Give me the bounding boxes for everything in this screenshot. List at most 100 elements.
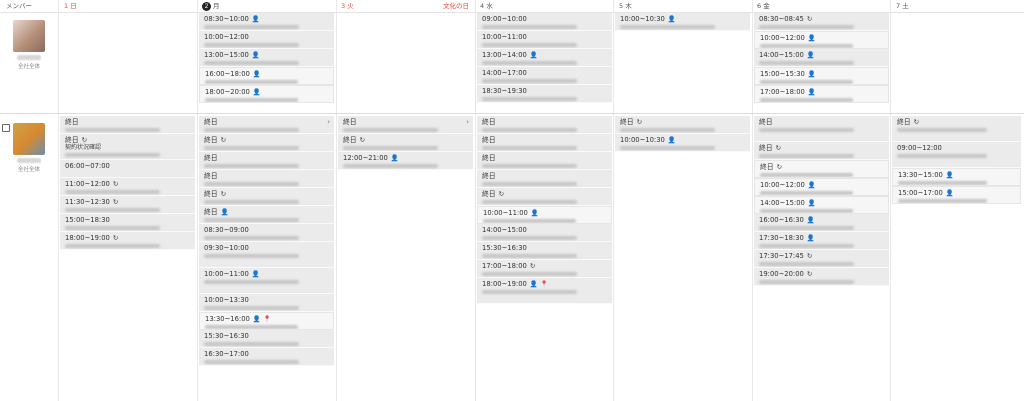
event-time-text: 終日: [482, 118, 496, 126]
event-item[interactable]: 終日 ↻: [754, 160, 889, 178]
repeat-icon: ↻: [112, 198, 119, 206]
day-header-sat[interactable]: 7 土: [896, 0, 1022, 12]
day-header-tue[interactable]: 3 火 文化の日: [341, 0, 473, 12]
member-role: 全社全体: [17, 64, 40, 70]
event-item[interactable]: 終日: [199, 152, 334, 170]
event-item[interactable]: 14:00~15:00 👤: [754, 196, 889, 214]
event-title-blurred: [204, 200, 299, 204]
event-item[interactable]: 10:00~12:00 👤: [754, 31, 889, 49]
event-item[interactable]: 10:00~13:30: [199, 294, 334, 312]
event-item[interactable]: 終日 ↻: [338, 134, 473, 152]
event-time-text: 16:00~18:00: [205, 70, 250, 78]
event-item[interactable]: 終日: [60, 116, 195, 134]
event-item[interactable]: 06:00~07:00: [60, 160, 195, 178]
day-header-mon[interactable]: 2月: [202, 0, 334, 12]
event-item[interactable]: 14:00~15:00: [477, 224, 612, 242]
event-time-text: 10:00~12:00: [760, 181, 805, 189]
person-icon: 👤: [945, 189, 954, 197]
event-item[interactable]: 13:00~14:00 👤: [477, 49, 612, 67]
event-item[interactable]: 10:00~11:00 👤: [477, 206, 612, 224]
event-item[interactable]: 18:00~20:00 👤: [199, 85, 334, 103]
event-item[interactable]: 18:00~19:00 ↻: [60, 232, 195, 250]
event-item[interactable]: 10:00~12:00 👤: [754, 178, 889, 196]
event-item[interactable]: 13:30~16:00 👤 📍: [199, 312, 334, 330]
event-item[interactable]: 終日 ↻: [199, 134, 334, 152]
event-item[interactable]: 終日 ↻: [199, 188, 334, 206]
event-item[interactable]: 18:00~19:00 👤 📍: [477, 278, 612, 304]
event-item[interactable]: 19:00~20:00 ↻: [754, 268, 889, 286]
day-header-fri[interactable]: 6 金: [757, 0, 889, 12]
event-item[interactable]: 終日 ↻ 契約状況確認: [60, 134, 195, 160]
event-item[interactable]: 14:00~17:00: [477, 67, 612, 85]
event-item[interactable]: 終日: [477, 116, 612, 134]
event-item[interactable]: 16:00~18:00 👤: [199, 67, 334, 85]
event-item[interactable]: 08:30~09:00: [199, 224, 334, 242]
event-item[interactable]: 終日 ↻: [892, 116, 1021, 142]
day-cell-r1-wed[interactable]: 09:00~10:00 10:00~11:00 13:00~14:00 👤 14:00~…: [477, 13, 612, 103]
event-time-text: 終日: [204, 208, 218, 216]
event-item[interactable]: 15:00~18:30: [60, 214, 195, 232]
member-row-2[interactable]: 全社全体: [0, 123, 58, 173]
event-title-blurred: [760, 44, 853, 48]
event-item[interactable]: 15:30~16:30: [477, 242, 612, 260]
event-item[interactable]: 17:00~18:00 ↻: [477, 260, 612, 278]
event-item[interactable]: 終日: [477, 170, 612, 188]
event-item[interactable]: 13:00~15:00 👤: [199, 49, 334, 67]
event-item[interactable]: 09:30~10:00: [199, 242, 334, 268]
event-item[interactable]: 15:30~16:30: [199, 330, 334, 348]
day-header-wed[interactable]: 4 水: [480, 0, 612, 12]
day-cell-r2-thu[interactable]: 終日 ↻ 10:00~10:30 👤: [615, 116, 750, 152]
event-item[interactable]: 18:30~19:30: [477, 85, 612, 103]
avatar[interactable]: [13, 123, 45, 155]
event-item[interactable]: 12:00~21:00 👤: [338, 152, 473, 170]
avatar[interactable]: [13, 20, 45, 52]
day-cell-r2-sun[interactable]: 終日 終日 ↻ 契約状況確認 06:00~07:00 11:00~12:00 ↻ 11:30~…: [60, 116, 195, 250]
event-item[interactable]: 09:00~10:00: [477, 13, 612, 31]
day-header-sun[interactable]: 1 日: [64, 0, 196, 12]
event-item[interactable]: 17:30~17:45 ↻: [754, 250, 889, 268]
day-cell-r1-fri[interactable]: 08:30~08:45 ↻ 10:00~12:00 👤 14:00~15:00 👤 15:0…: [754, 13, 889, 103]
member-row-1[interactable]: 全社全体: [0, 20, 58, 70]
event-item[interactable]: 11:30~12:30 ↻: [60, 196, 195, 214]
chevron-right-icon[interactable]: ›: [466, 118, 469, 126]
event-title-blurred: [482, 182, 577, 186]
day-cell-r2-fri[interactable]: 終日 終日 ↻ 終日 ↻ 10:00~12:00 👤 14:00~15:00 👤 16:00~16…: [754, 116, 889, 286]
event-item[interactable]: 09:00~12:00: [892, 142, 1021, 168]
day-cell-r2-tue[interactable]: 終日 › 終日 ↻ 12:00~21:00 👤: [338, 116, 473, 170]
day-header-thu[interactable]: 5 木: [619, 0, 751, 12]
event-item[interactable]: 16:30~17:00: [199, 348, 334, 366]
event-item[interactable]: 08:30~08:45 ↻: [754, 13, 889, 31]
event-item[interactable]: 終日 ›: [338, 116, 473, 134]
event-item[interactable]: 16:00~16:30 👤: [754, 214, 889, 232]
event-item[interactable]: 17:30~18:30 👤: [754, 232, 889, 250]
event-item[interactable]: 13:30~15:00 👤: [892, 168, 1021, 186]
day-cell-r2-sat[interactable]: 終日 ↻ 09:00~12:00 13:30~15:00 👤 15:00~17:00 👤: [892, 116, 1021, 204]
event-item[interactable]: 終日: [477, 152, 612, 170]
event-item[interactable]: 11:00~12:00 ↻: [60, 178, 195, 196]
event-item[interactable]: 終日: [477, 134, 612, 152]
event-item[interactable]: 15:00~17:00 👤: [892, 186, 1021, 204]
event-item[interactable]: 10:00~12:00: [199, 31, 334, 49]
event-time-text: 12:00~21:00: [343, 154, 388, 162]
event-item[interactable]: 終日 ›: [199, 116, 334, 134]
event-item[interactable]: 10:00~10:30 👤: [615, 134, 750, 152]
event-item[interactable]: 10:00~11:00 👤: [199, 268, 334, 294]
event-item[interactable]: 終日 ↻: [477, 188, 612, 206]
event-item[interactable]: 10:00~10:30 👤: [615, 13, 750, 31]
event-item[interactable]: 14:00~15:00 👤: [754, 49, 889, 67]
chevron-right-icon[interactable]: ›: [327, 118, 330, 126]
event-item[interactable]: 終日: [199, 170, 334, 188]
event-item[interactable]: 終日 ↻: [754, 142, 889, 160]
event-item[interactable]: 17:00~18:00 👤: [754, 85, 889, 103]
day-cell-r2-mon[interactable]: 終日 › 終日 ↻ 終日 終日 終日 ↻ 終日 👤 08:30~09:00 09:30~10:00 10…: [199, 116, 334, 366]
day-cell-r1-mon[interactable]: 08:30~10:00 👤 10:00~12:00 13:00~15:00 👤 16:00…: [199, 13, 334, 103]
grid-line: [890, 0, 891, 401]
event-item[interactable]: 10:00~11:00: [477, 31, 612, 49]
event-item[interactable]: 15:00~15:30 👤: [754, 67, 889, 85]
event-item[interactable]: 終日 ↻: [615, 116, 750, 134]
event-item[interactable]: 08:30~10:00 👤: [199, 13, 334, 31]
event-item[interactable]: 終日 👤: [199, 206, 334, 224]
event-item[interactable]: 終日: [754, 116, 889, 142]
day-cell-r1-thu[interactable]: 10:00~10:30 👤: [615, 13, 750, 31]
day-cell-r2-wed[interactable]: 終日 終日 終日 終日 終日 ↻ 10:00~11:00 👤 14:00~15:00 15:30~…: [477, 116, 612, 304]
